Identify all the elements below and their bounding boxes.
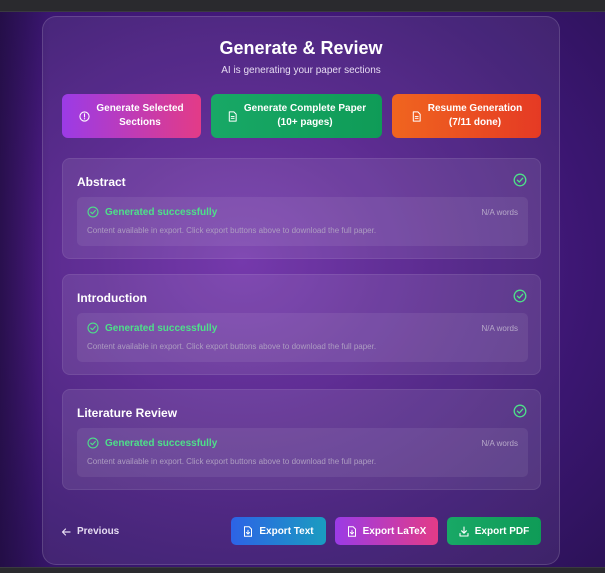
- section-card-introduction: Introduction Generated successfully N/A …: [62, 274, 541, 375]
- window-top-bar: [0, 0, 605, 12]
- generate-selected-label-line2: Sections: [119, 117, 161, 128]
- generate-complete-label-line2: (10+ pages): [277, 117, 333, 128]
- previous-label: Previous: [77, 526, 120, 537]
- check-circle-icon: [513, 289, 527, 303]
- status-text: Generated successfully: [105, 438, 218, 449]
- section-card-literature-review: Literature Review Generated successfully…: [62, 389, 541, 490]
- section-status-panel: Generated successfully N/A words Content…: [77, 313, 528, 362]
- export-text-label: Export Text: [259, 525, 314, 537]
- export-text-button[interactable]: Export Text: [231, 517, 326, 545]
- section-title: Abstract: [77, 175, 126, 189]
- previous-button[interactable]: Previous: [61, 526, 119, 537]
- download-icon: [459, 525, 469, 537]
- resume-generation-button[interactable]: Resume Generation (7/11 done): [392, 94, 541, 138]
- file-export-icon: [244, 525, 253, 537]
- export-latex-label: Export LaTeX: [362, 525, 427, 537]
- section-status-panel: Generated successfully N/A words Content…: [77, 197, 528, 246]
- word-count: N/A words: [481, 208, 518, 217]
- export-pdf-button[interactable]: Export PDF: [447, 517, 541, 545]
- resume-generation-label-line2: (7/11 done): [448, 117, 502, 128]
- status-text: Generated successfully: [105, 323, 218, 334]
- arrow-left-icon: [61, 527, 71, 536]
- resume-generation-label-line1: Resume Generation: [427, 103, 523, 114]
- check-circle-icon: [87, 206, 99, 218]
- content-note: Content available in export. Click expor…: [87, 457, 377, 466]
- status-text: Generated successfully: [105, 207, 218, 218]
- export-latex-button[interactable]: Export LaTeX: [335, 517, 438, 545]
- export-pdf-label: Export PDF: [474, 525, 530, 537]
- document-icon: [228, 110, 237, 122]
- document-icon: [412, 110, 421, 122]
- section-status-panel: Generated successfully N/A words Content…: [77, 428, 528, 477]
- content-note: Content available in export. Click expor…: [87, 226, 377, 235]
- generate-complete-paper-button[interactable]: Generate Complete Paper (10+ pages): [211, 94, 382, 138]
- generate-complete-label-line1: Generate Complete Paper: [243, 103, 367, 114]
- content-note: Content available in export. Click expor…: [87, 342, 377, 351]
- generate-review-card: Generate & Review AI is generating your …: [42, 16, 560, 565]
- check-circle-icon: [87, 437, 99, 449]
- alert-circle-icon: [79, 110, 90, 122]
- check-circle-icon: [87, 322, 99, 334]
- page-subtitle: AI is generating your paper sections: [221, 65, 381, 76]
- section-title: Literature Review: [77, 406, 178, 420]
- generate-selected-label-line1: Generate Selected: [96, 103, 184, 114]
- word-count: N/A words: [481, 439, 518, 448]
- page-title: Generate & Review: [219, 38, 383, 58]
- app-background: Generate & Review AI is generating your …: [0, 12, 605, 567]
- check-circle-icon: [513, 173, 527, 187]
- file-export-icon: [347, 525, 356, 537]
- check-circle-icon: [513, 404, 527, 418]
- section-title: Introduction: [77, 291, 147, 305]
- window-bottom-bar: [0, 567, 605, 573]
- word-count: N/A words: [481, 324, 518, 333]
- section-card-abstract: Abstract Generated successfully N/A word…: [62, 158, 541, 259]
- generate-selected-sections-button[interactable]: Generate Selected Sections: [62, 94, 201, 138]
